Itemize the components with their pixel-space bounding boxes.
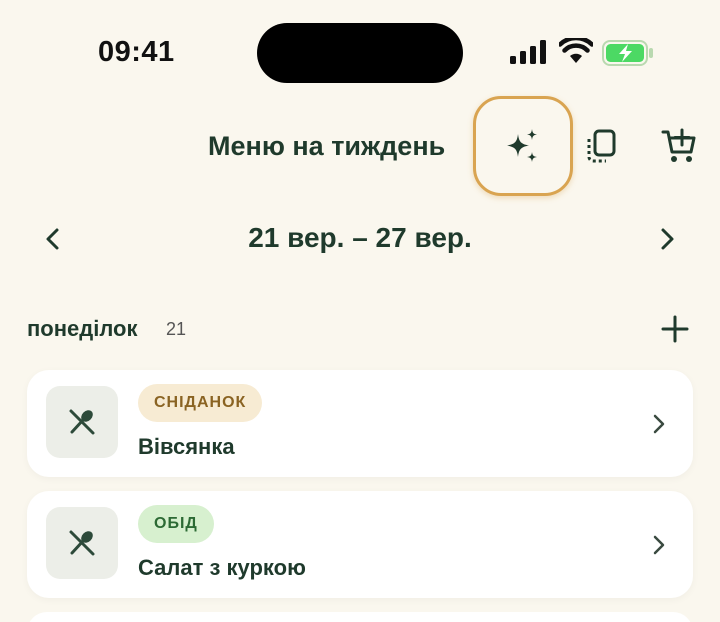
sparkles-icon <box>507 129 537 162</box>
meal-type-badge: СНІДАНОК <box>138 384 263 422</box>
meal-card[interactable]: ОБІД Салат з куркою <box>27 491 693 598</box>
meal-thumbnail <box>46 386 118 458</box>
chevron-right-icon <box>653 535 665 555</box>
wifi-icon <box>559 38 593 63</box>
utensils-icon <box>69 409 95 435</box>
plus-icon <box>661 315 689 343</box>
ai-generate-button[interactable] <box>473 96 573 196</box>
day-number: 21 <box>166 319 187 339</box>
meal-card[interactable] <box>27 612 693 622</box>
meal-thumbnail <box>46 507 118 579</box>
copy-week-icon[interactable] <box>584 128 620 164</box>
day-name: понеділок <box>27 316 138 341</box>
status-time: 09:41 <box>98 36 175 68</box>
utensils-icon <box>69 530 95 556</box>
meal-title: Вівсянка <box>138 434 235 459</box>
status-bar: 09:41 <box>0 0 720 100</box>
add-to-cart-icon[interactable] <box>661 128 697 164</box>
chevron-right-icon <box>653 414 665 434</box>
add-meal-button[interactable] <box>660 314 690 344</box>
meal-card[interactable]: СНІДАНОК Вівсянка <box>27 370 693 477</box>
battery-charging-icon <box>602 40 653 66</box>
cellular-signal-icon <box>510 40 546 64</box>
next-week-button[interactable] <box>652 224 682 254</box>
meal-type-badge: ОБІД <box>138 505 214 543</box>
page-title: Меню на тиждень <box>208 131 446 161</box>
week-range: 21 вер. – 27 вер. <box>248 222 472 253</box>
chevron-right-icon <box>661 228 674 250</box>
dynamic-island <box>257 23 463 83</box>
meal-title: Салат з куркою <box>138 555 306 580</box>
